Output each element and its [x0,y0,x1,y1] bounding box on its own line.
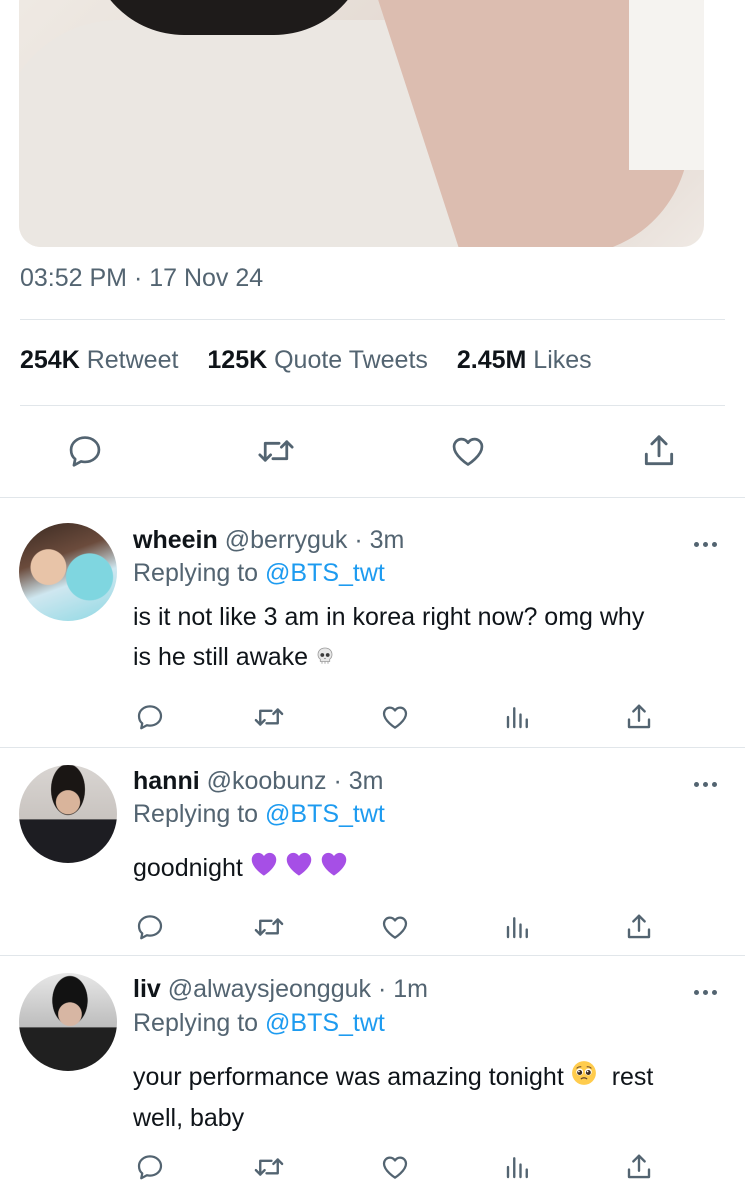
avatar[interactable] [19,765,117,863]
mention-link[interactable]: @BTS_twt [265,1009,385,1037]
retweet-icon[interactable] [252,702,286,732]
separator: · [333,767,342,795]
retweet-icon[interactable] [252,1152,286,1182]
analytics-icon[interactable] [503,702,533,732]
purple-heart-emoji [320,849,348,889]
more-options-icon[interactable] [694,780,718,788]
pleading-face-emoji [571,1058,597,1098]
replying-prefix: Replying to [133,800,259,828]
more-options-icon[interactable] [694,540,718,548]
purple-heart-emoji [285,849,313,889]
reply-icon[interactable] [66,432,104,470]
retweet-stat[interactable]: 254K Retweet [20,346,178,374]
like-icon[interactable] [380,1152,410,1182]
quote-tweets-count: 125K [207,346,268,374]
separator: · [377,975,387,1003]
avatar[interactable] [19,523,117,621]
retweet-icon[interactable] [256,432,296,470]
quote-tweets-stat[interactable]: 125K Quote Tweets [207,346,428,374]
reply-text: goodnight [133,848,723,889]
reply-age[interactable]: 3m [370,526,405,554]
retweet-label: Retweet [86,346,179,374]
analytics-icon[interactable] [503,1152,533,1182]
display-name[interactable]: liv [133,975,161,1003]
user-handle[interactable]: @koobunz [207,767,327,795]
share-icon[interactable] [624,912,654,942]
reply-text-line: is it not like 3 am in korea right now? … [133,603,645,631]
reply-header: hanni @koobunz · 3m [133,767,384,796]
reply-header: wheein @berryguk · 3m [133,526,404,555]
user-handle[interactable]: @alwaysjeongguk [168,975,371,1003]
divider [20,405,725,406]
user-handle[interactable]: @berryguk [225,526,348,554]
reply-icon[interactable] [135,912,165,942]
reply-age[interactable]: 1m [393,975,428,1003]
mention-link[interactable]: @BTS_twt [265,800,385,828]
divider [20,319,725,320]
reply-icon[interactable] [135,1152,165,1182]
reply-tweet[interactable]: wheein @berryguk · 3m Replying to @BTS_t… [0,497,745,747]
replying-prefix: Replying to [133,1009,259,1037]
reply-icon[interactable] [135,702,165,732]
tweet-media-image[interactable] [19,0,704,247]
reply-text: is it not like 3 am in korea right now? … [133,597,723,678]
reply-text-line: rest [611,1063,654,1091]
share-icon[interactable] [640,432,678,470]
retweet-count: 254K [20,346,80,374]
reply-text-line: is he still awake [133,643,309,671]
replying-prefix: Replying to [133,559,259,587]
reply-header: liv @alwaysjeongguk · 1m [133,975,428,1004]
likes-label: Likes [533,346,592,374]
reply-tweet[interactable]: hanni @koobunz · 3m Replying to @BTS_twt… [0,747,745,955]
reply-text: your performance was amazing tonight res… [133,1057,723,1138]
retweet-icon[interactable] [252,912,286,942]
tweet-action-bar [0,430,745,474]
like-icon[interactable] [449,432,487,470]
reply-age[interactable]: 3m [349,767,384,795]
more-options-icon[interactable] [694,988,718,996]
tweet-stats: 254K Retweet 125K Quote Tweets 2.45M Lik… [20,346,592,375]
analytics-icon[interactable] [503,912,533,942]
reply-text-line: well, baby [133,1104,245,1133]
display-name[interactable]: hanni [133,767,200,795]
replying-to: Replying to @BTS_twt [133,1009,385,1038]
replying-to: Replying to @BTS_twt [133,800,385,829]
quote-tweets-label: Quote Tweets [274,346,428,374]
likes-count: 2.45M [456,346,527,374]
avatar[interactable] [19,973,117,1071]
reply-text-line: goodnight [133,854,243,882]
share-icon[interactable] [624,1152,654,1182]
reply-text-line: your performance was amazing tonight [133,1063,564,1091]
skull-emoji [315,638,335,678]
share-icon[interactable] [624,702,654,732]
mention-link[interactable]: @BTS_twt [265,559,385,587]
like-icon[interactable] [380,702,410,732]
display-name[interactable]: wheein [133,526,218,554]
separator: · [354,526,363,554]
replying-to: Replying to @BTS_twt [133,559,385,588]
purple-heart-emoji [250,849,278,889]
tweet-timestamp[interactable]: 03:52 PM · 17 Nov 24 [20,264,263,293]
likes-stat[interactable]: 2.45M Likes [457,346,592,374]
reply-tweet[interactable]: liv @alwaysjeongguk · 1m Replying to @BT… [0,955,745,1200]
like-icon[interactable] [380,912,410,942]
